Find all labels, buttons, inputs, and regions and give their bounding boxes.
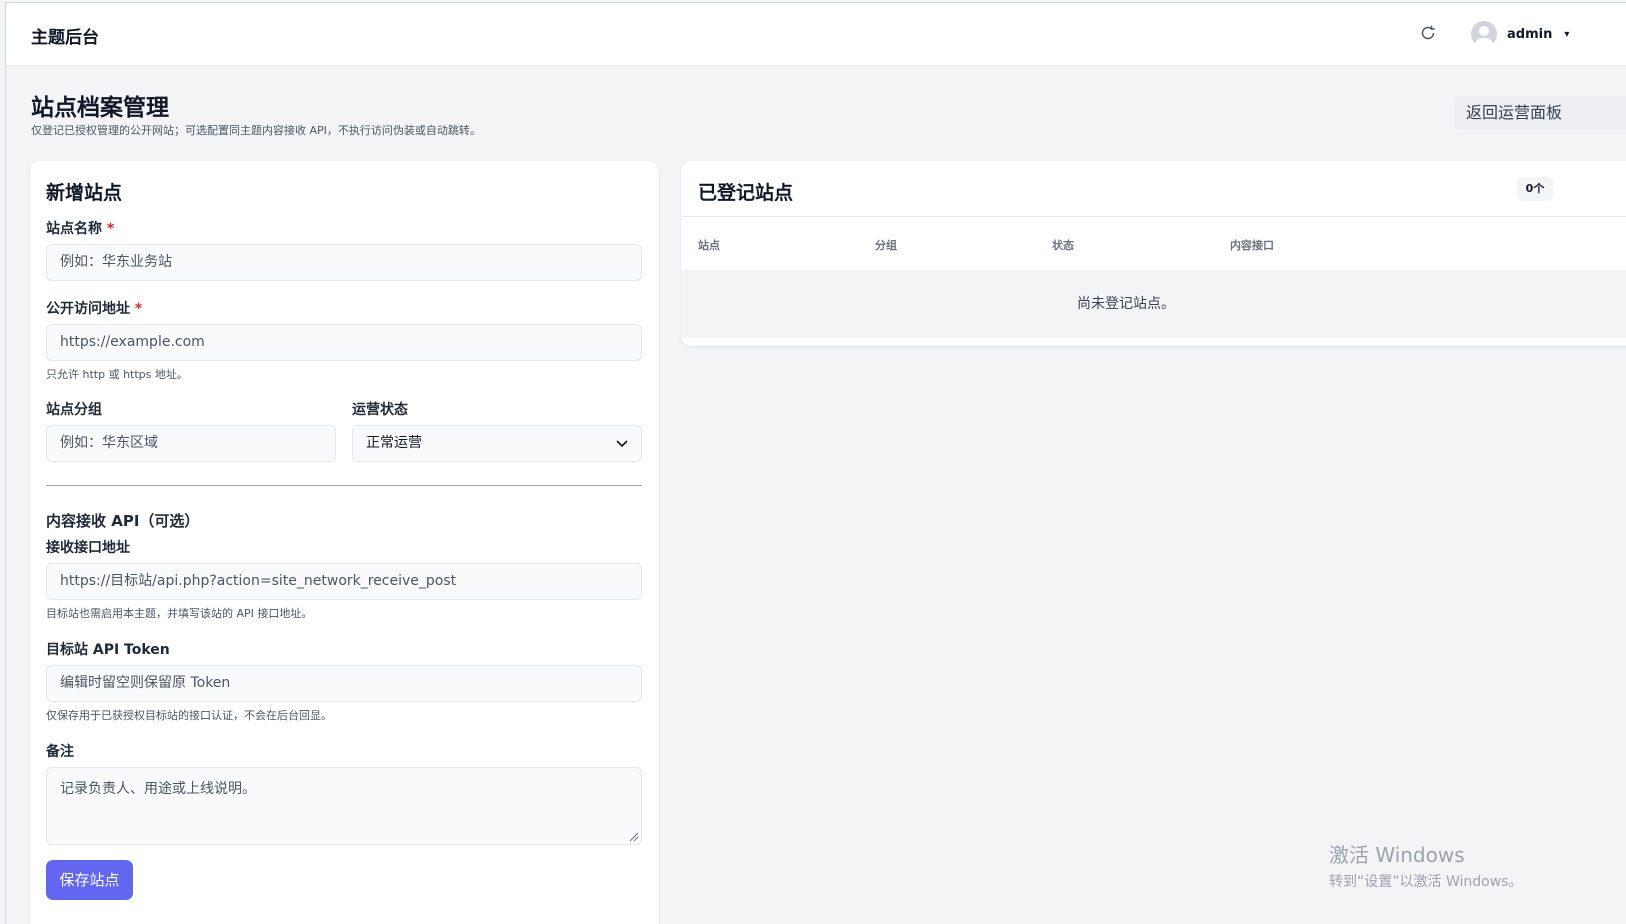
registered-sites-title: 已登记站点 bbox=[698, 182, 794, 204]
column-header-api: 内容接口 bbox=[1230, 239, 1274, 252]
card-divider bbox=[681, 216, 1626, 217]
refresh-button[interactable] bbox=[1412, 17, 1444, 49]
status-select-value: 正常运营 bbox=[366, 435, 422, 451]
notes-textarea[interactable]: 记录负责人、用途或上线说明。 bbox=[46, 767, 642, 845]
brand-title: 主题后台 bbox=[31, 28, 99, 48]
avatar bbox=[1471, 21, 1497, 47]
api-section-title: 内容接收 API（可选） bbox=[46, 512, 200, 530]
status-select[interactable]: 正常运营 bbox=[352, 425, 642, 462]
public-url-hint: 只允许 http 或 https 地址。 bbox=[46, 368, 188, 381]
watermark-line-2: 转到“设置”以激活 Windows。 bbox=[1329, 874, 1523, 890]
notes-label: 备注 bbox=[46, 744, 74, 760]
site-name-label: 站点名称 * bbox=[46, 221, 115, 237]
chevron-down-icon bbox=[616, 440, 628, 448]
empty-state-row: 尚未登记站点。 bbox=[681, 270, 1626, 338]
form-title: 新增站点 bbox=[46, 182, 123, 204]
site-count-badge: 0个 bbox=[1517, 177, 1553, 201]
api-token-input[interactable]: 编辑时留空则保留原 Token bbox=[46, 665, 642, 702]
registered-sites-card: 已登记站点 0个 站点 分组 状态 内容接口 尚未登记站点。 bbox=[681, 161, 1626, 346]
chevron-down-icon: ▾ bbox=[1564, 28, 1570, 40]
column-header-status: 状态 bbox=[1052, 239, 1074, 252]
back-to-dashboard-button[interactable]: 返回运营面板 bbox=[1454, 96, 1626, 130]
top-bar: 主题后台 admin ▾ bbox=[6, 3, 1626, 66]
column-header-group: 分组 bbox=[875, 239, 897, 252]
windows-activation-watermark: 激活 Windows 转到“设置”以激活 Windows。 bbox=[1329, 839, 1522, 891]
page-title: 站点档案管理 bbox=[31, 95, 169, 121]
api-token-label: 目标站 API Token bbox=[46, 642, 170, 658]
api-url-input[interactable]: https://目标站/api.php?action=site_network_… bbox=[46, 563, 642, 600]
username: admin bbox=[1507, 26, 1553, 42]
user-menu[interactable]: admin ▾ bbox=[1466, 17, 1591, 51]
site-name-input[interactable]: 例如：华东业务站 bbox=[46, 244, 642, 281]
group-label: 站点分组 bbox=[46, 402, 102, 418]
app-shell: 主题后台 admin ▾ 站点档案管理 仅登记已授权管理的公开网站；可选配置同主… bbox=[5, 2, 1626, 924]
public-url-label: 公开访问地址 * bbox=[46, 301, 143, 317]
section-divider bbox=[46, 485, 642, 486]
required-mark: * bbox=[134, 301, 143, 317]
group-input[interactable]: 例如：华东区域 bbox=[46, 425, 336, 462]
api-url-hint: 目标站也需启用本主题，并填写该站的 API 接口地址。 bbox=[46, 607, 313, 620]
resize-handle-icon[interactable] bbox=[629, 832, 639, 842]
watermark-line-1: 激活 Windows bbox=[1329, 843, 1465, 867]
save-site-button[interactable]: 保存站点 bbox=[46, 860, 133, 900]
status-label: 运营状态 bbox=[352, 402, 408, 418]
api-token-hint: 仅保存用于已获授权目标站的接口认证，不会在后台回显。 bbox=[46, 709, 332, 722]
notes-placeholder: 记录负责人、用途或上线说明。 bbox=[60, 781, 256, 797]
column-header-site: 站点 bbox=[698, 239, 720, 252]
page-description: 仅登记已授权管理的公开网站；可选配置同主题内容接收 API，不执行访问伪装或自动… bbox=[31, 124, 481, 137]
refresh-icon bbox=[1421, 25, 1435, 40]
required-mark: * bbox=[106, 221, 115, 237]
api-url-label: 接收接口地址 bbox=[46, 540, 130, 556]
public-url-input[interactable]: https://example.com bbox=[46, 324, 642, 361]
new-site-form: 新增站点 站点名称 * 例如：华东业务站 公开访问地址 * https://ex… bbox=[30, 161, 659, 924]
